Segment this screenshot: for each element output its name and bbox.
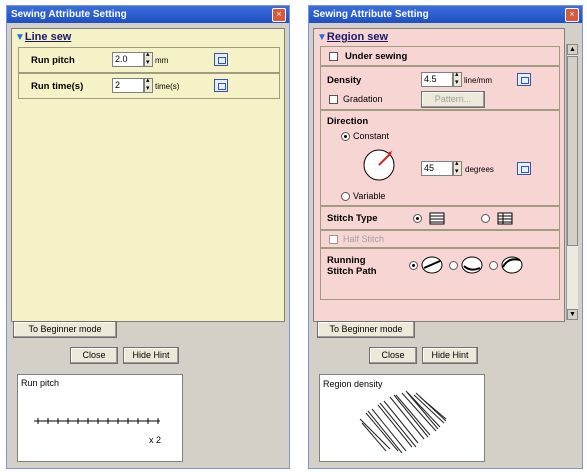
running-path-label-2: Stitch Path xyxy=(327,266,377,277)
running-path-radio-3[interactable] xyxy=(489,261,498,270)
gradation-label: Gradation xyxy=(343,94,383,104)
section-title: Region sew xyxy=(326,31,389,43)
hide-hint-button[interactable]: Hide Hint xyxy=(123,347,179,364)
run-pitch-row: Run pitch 2.0 mm xyxy=(18,47,280,73)
hint-title: Region density xyxy=(323,379,383,389)
fill-stitch-icon xyxy=(429,212,445,225)
run-pitch-unit: mm xyxy=(155,56,169,65)
direction-unit: degrees xyxy=(465,165,494,174)
stitch-type-row: Stitch Type xyxy=(320,206,560,230)
half-stitch-row: Half Stitch xyxy=(320,230,560,248)
beginner-mode-button[interactable]: To Beginner mode xyxy=(13,321,117,338)
pattern-button[interactable]: Pattern... xyxy=(421,91,485,108)
density-row: Density 4.5 line/mm Gradation Pattern... xyxy=(320,66,560,110)
direction-dial-icon[interactable] xyxy=(361,147,397,183)
attribute-panel: ▼Region sew Under sewing Density 4.5 lin… xyxy=(313,28,565,322)
density-input[interactable]: 4.5 xyxy=(421,72,453,87)
stitch-type-label: Stitch Type xyxy=(327,213,378,224)
section-header[interactable]: ▼Line sew xyxy=(12,29,284,45)
scroll-thumb[interactable] xyxy=(567,56,578,246)
run-times-label: Run time(s) xyxy=(31,81,84,92)
line-sew-window: Sewing Attribute Setting × ▼Line sew Run… xyxy=(6,5,290,469)
section-title: Line sew xyxy=(24,31,72,43)
run-pitch-input[interactable]: 2.0 xyxy=(112,52,144,67)
vertical-scrollbar[interactable]: ▲ ▼ xyxy=(566,44,578,320)
run-pitch-label: Run pitch xyxy=(31,55,75,66)
path-option-1-icon xyxy=(421,256,443,274)
close-button[interactable]: Close xyxy=(369,347,417,364)
beginner-mode-button[interactable]: To Beginner mode xyxy=(317,321,415,338)
hint-panel: Run pitch x 2 xyxy=(17,374,183,462)
help-icon[interactable] xyxy=(517,73,531,86)
scroll-up-icon[interactable]: ▲ xyxy=(567,44,578,55)
scroll-down-icon[interactable]: ▼ xyxy=(567,309,578,320)
region-sew-window: Sewing Attribute Setting × ▼Region sew U… xyxy=(308,5,583,469)
variable-radio[interactable] xyxy=(341,192,350,201)
run-times-unit: time(s) xyxy=(155,82,180,91)
run-times-input[interactable]: 2 xyxy=(112,78,144,93)
pattern-stitch-icon xyxy=(497,212,513,225)
path-option-3-icon xyxy=(501,256,523,274)
help-icon[interactable] xyxy=(214,79,228,92)
stitch-type-radio-1[interactable] xyxy=(413,214,422,223)
close-button[interactable]: Close xyxy=(70,347,118,364)
hint-title: Run pitch xyxy=(21,378,60,388)
run-times-row: Run time(s) 2 time(s) xyxy=(18,73,280,99)
density-label: Density xyxy=(327,75,362,86)
collapse-triangle-icon[interactable]: ▼ xyxy=(317,32,327,43)
constant-radio[interactable] xyxy=(341,132,350,141)
help-icon[interactable] xyxy=(517,162,531,175)
under-sewing-label: Under sewing xyxy=(345,51,408,62)
stitch-type-radio-2[interactable] xyxy=(481,214,490,223)
density-unit: line/mm xyxy=(464,76,493,85)
window-title: Sewing Attribute Setting xyxy=(309,6,582,23)
under-sewing-checkbox[interactable] xyxy=(329,52,338,61)
collapse-triangle-icon[interactable]: ▼ xyxy=(15,32,25,43)
close-window-button[interactable]: × xyxy=(565,8,579,22)
running-path-radio-2[interactable] xyxy=(449,261,458,270)
hint-panel: Region density xyxy=(319,374,485,462)
gradation-checkbox[interactable] xyxy=(329,95,338,104)
region-density-illustration xyxy=(359,390,447,454)
run-times-spinner[interactable] xyxy=(144,76,153,93)
hint-multiplier: x 2 xyxy=(149,435,162,445)
running-stitch-path-row: Running Stitch Path xyxy=(320,248,560,300)
run-pitch-spinner[interactable] xyxy=(144,50,153,67)
hide-hint-button[interactable]: Hide Hint xyxy=(422,347,478,364)
half-stitch-checkbox[interactable] xyxy=(329,235,338,244)
close-window-button[interactable]: × xyxy=(272,8,286,22)
under-sewing-row: Under sewing xyxy=(320,46,560,66)
running-path-radio-1[interactable] xyxy=(409,261,418,270)
run-pitch-illustration xyxy=(34,418,160,424)
window-title: Sewing Attribute Setting xyxy=(7,6,289,23)
half-stitch-label: Half Stitch xyxy=(343,234,385,244)
density-spinner[interactable] xyxy=(453,70,462,87)
direction-row: Direction Constant 45 degrees Variable xyxy=(320,110,560,206)
direction-spinner[interactable] xyxy=(453,159,462,176)
variable-label: Variable xyxy=(353,191,386,201)
attribute-panel: ▼Line sew Run pitch 2.0 mm Run time(s) 2… xyxy=(11,28,285,322)
section-header[interactable]: ▼Region sew xyxy=(314,29,564,45)
path-option-2-icon xyxy=(461,256,483,274)
constant-label: Constant xyxy=(353,131,390,141)
help-icon[interactable] xyxy=(214,53,228,66)
running-path-label-1: Running xyxy=(327,255,366,266)
direction-input[interactable]: 45 xyxy=(421,161,453,176)
direction-label: Direction xyxy=(327,116,369,127)
